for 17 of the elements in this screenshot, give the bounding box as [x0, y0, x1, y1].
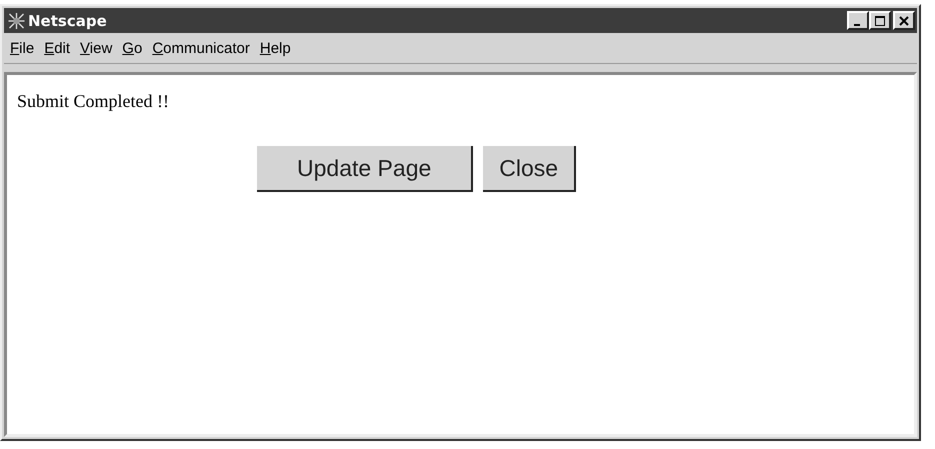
menu-item[interactable]: Help [258, 40, 299, 56]
maximize-icon [874, 14, 886, 26]
page-button[interactable]: Close [483, 146, 576, 192]
minimize-button[interactable] [847, 11, 869, 30]
menu-item[interactable]: Edit [42, 40, 78, 56]
star-logo-icon [8, 12, 25, 28]
menu-item[interactable]: Go [120, 40, 150, 56]
status-message: Submit Completed !! [17, 91, 170, 112]
page-button[interactable]: Update Page [257, 146, 474, 192]
close-button[interactable] [893, 11, 915, 30]
close-icon [898, 14, 910, 26]
maximize-button[interactable] [869, 11, 891, 30]
window-title: Netscape [28, 12, 107, 30]
menu-item[interactable]: Communicator [150, 40, 258, 56]
menu-item[interactable]: File [8, 40, 42, 56]
menu-item[interactable]: View [78, 40, 120, 56]
minimize-icon [854, 24, 860, 26]
